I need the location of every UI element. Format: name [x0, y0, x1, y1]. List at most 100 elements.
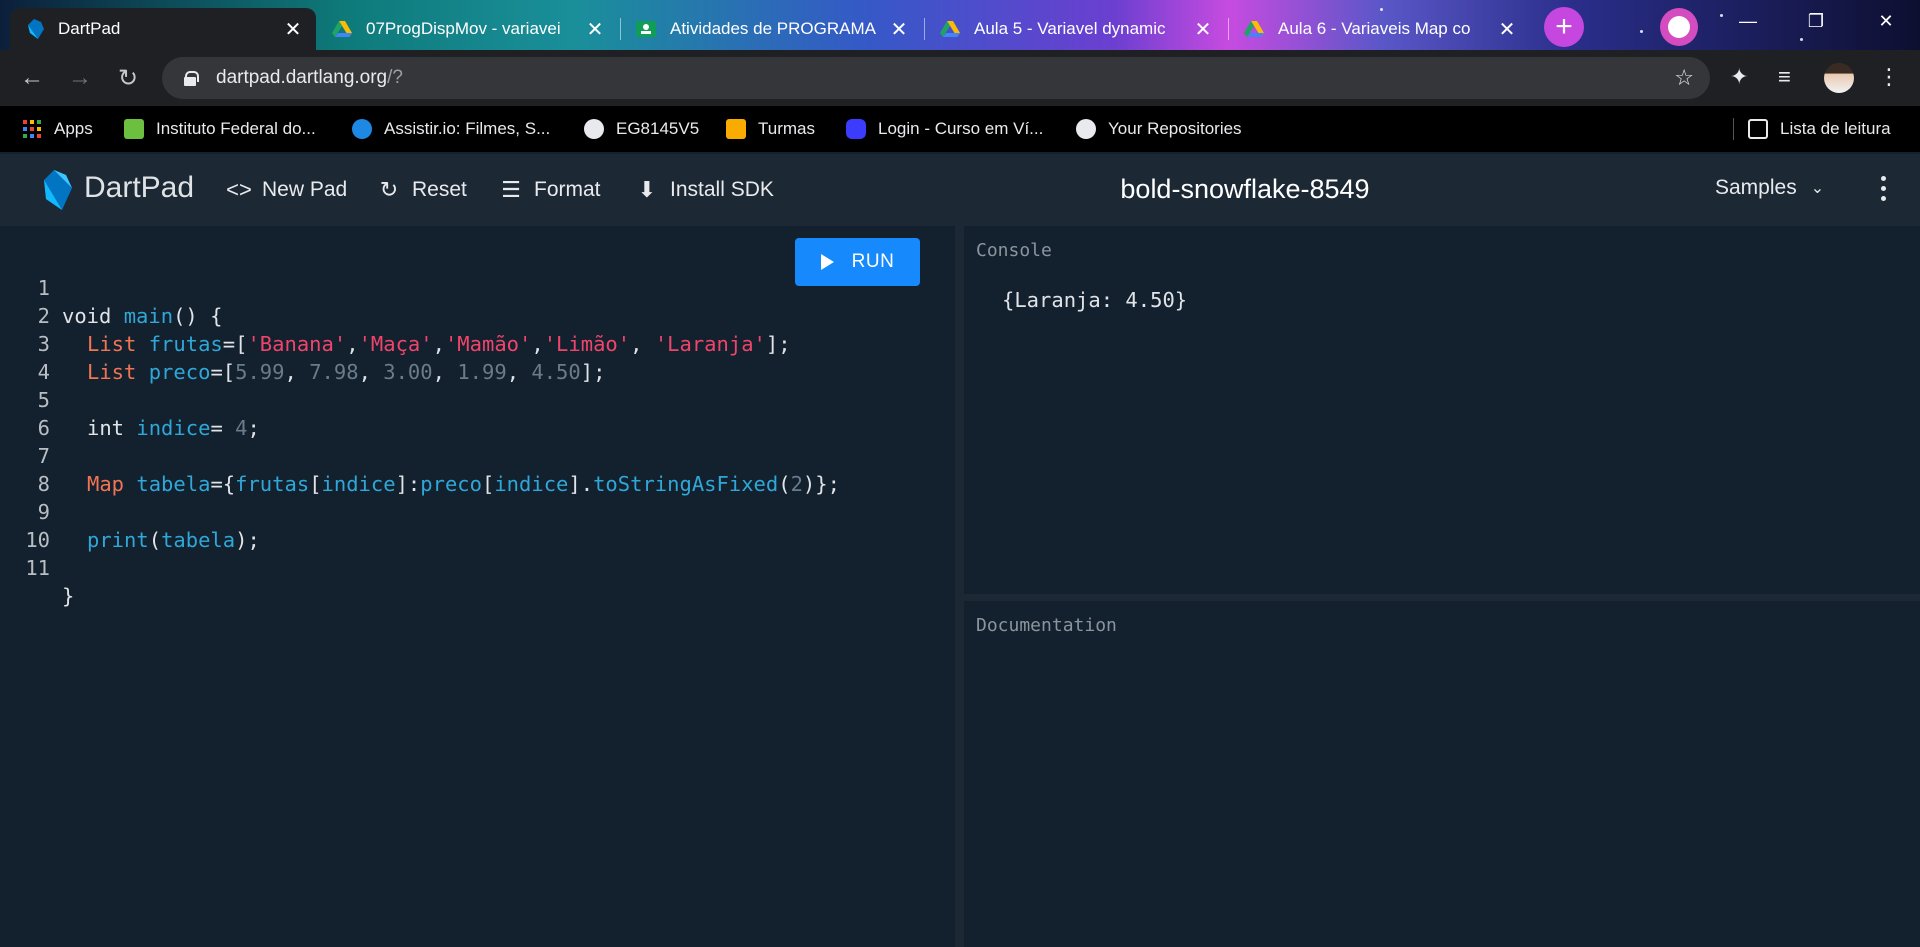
tab-close-icon[interactable]: ✕: [890, 17, 908, 42]
token: preco: [148, 360, 211, 384]
tab-dartpad[interactable]: DartPad ✕: [10, 8, 316, 50]
new-tab-button[interactable]: +: [1544, 7, 1584, 47]
token: 5.99: [235, 360, 285, 384]
reload-icon[interactable]: ↻: [112, 62, 144, 94]
back-icon[interactable]: ←: [16, 62, 48, 94]
horizontal-splitter[interactable]: [964, 594, 1920, 601]
code-line: 3 List preco=[5.99, 7.98, 3.00, 1.99, 4.…: [0, 302, 606, 384]
code-line: 7 Map tabela={frutas[indice]:preco[indic…: [0, 414, 840, 496]
google-drive-icon: [1244, 21, 1264, 37]
token: ,: [506, 360, 532, 384]
bookmark-curso-em-video[interactable]: Login - Curso em Ví...: [846, 106, 1043, 152]
address-bar[interactable]: dartpad.dartlang.org/? ☆: [162, 57, 1710, 99]
bookmark-turmas[interactable]: Turmas: [726, 106, 815, 152]
bookmark-label: Assistir.io: Filmes, S...: [384, 119, 551, 138]
pad-title[interactable]: bold-snowflake-8549: [1120, 174, 1369, 204]
line-number: 11: [25, 556, 50, 580]
google-classroom-icon: [636, 21, 656, 37]
code-text: int indice= 4;: [87, 414, 260, 442]
tab-atividades[interactable]: Atividades de PROGRAMA ✕: [622, 8, 922, 50]
bookmark-github[interactable]: Your Repositories: [1076, 106, 1242, 152]
close-window-button[interactable]: ✕: [1858, 0, 1914, 42]
new-pad-button[interactable]: <> New Pad: [226, 176, 347, 204]
token: ]:: [395, 472, 421, 496]
bookmark-apps[interactable]: Apps: [22, 106, 93, 152]
refresh-icon: ↻: [379, 177, 399, 202]
extensions-icon[interactable]: ✦: [1730, 64, 1748, 90]
ifsp-icon: [124, 119, 144, 139]
bookmark-label: Your Repositories: [1108, 119, 1242, 138]
bookmark-assistir[interactable]: Assistir.io: Filmes, S...: [352, 106, 550, 152]
new-pad-label: New Pad: [262, 178, 348, 201]
samples-dropdown[interactable]: Samples ⌄: [1715, 176, 1824, 200]
token: (: [778, 472, 791, 496]
code-icon: <>: [226, 177, 252, 202]
code-text: List frutas=['Banana','Maça','Mamão','Li…: [87, 330, 791, 358]
reading-list[interactable]: Lista de leitura: [1748, 106, 1891, 152]
tab-aula-6[interactable]: Aula 6 - Variaveis Map co ✕: [1230, 8, 1530, 50]
console-panel: Console {Laranja: 4.50}: [964, 226, 1920, 594]
tab-title: DartPad: [58, 19, 121, 38]
bookmark-label: Turmas: [758, 119, 815, 138]
media-control-icon[interactable]: ≡: [1778, 64, 1791, 90]
dartpad-header: DartPad <> New Pad ↻ Reset ☰ Format ⬇ In…: [0, 154, 1920, 226]
forward-icon[interactable]: →: [64, 62, 96, 94]
token: ,: [432, 332, 445, 356]
token: =[: [210, 360, 236, 384]
lock-icon[interactable]: [184, 71, 199, 86]
install-sdk-label: Install SDK: [670, 178, 774, 201]
bookmark-instituto-federal[interactable]: Instituto Federal do...: [124, 106, 316, 152]
documentation-panel: Documentation: [964, 601, 1920, 947]
code-editor[interactable]: 1 void main() { 2 List frutas=['Banana',…: [0, 226, 955, 947]
minimize-button[interactable]: —: [1720, 0, 1776, 42]
format-button[interactable]: ☰ Format: [498, 176, 600, 204]
tab-separator: [620, 18, 621, 40]
install-sdk-button[interactable]: ⬇ Install SDK: [634, 176, 774, 204]
code-text: }: [62, 582, 74, 610]
code-text: void main() {: [62, 302, 222, 330]
url-path: /?: [387, 67, 403, 88]
more-options-icon[interactable]: [1876, 176, 1890, 201]
reading-list-label: Lista de leitura: [1780, 119, 1891, 138]
token: frutas: [148, 332, 223, 356]
token: 'Laranja': [654, 332, 766, 356]
run-button[interactable]: RUN: [795, 238, 920, 286]
restore-button[interactable]: ❐: [1788, 0, 1844, 42]
tab-search-icon[interactable]: [1660, 8, 1698, 46]
code-text: List preco=[5.99, 7.98, 3.00, 1.99, 4.50…: [87, 358, 605, 386]
tab-title: Aula 5 - Variavel dynamic: [974, 19, 1166, 38]
code-line: 11 }: [0, 526, 74, 608]
tab-close-icon[interactable]: ✕: [1194, 17, 1212, 42]
code-line: 1 void main() {: [0, 246, 223, 328]
bookmark-eg8145v5[interactable]: EG8145V5: [584, 106, 699, 152]
github-icon: [1076, 119, 1096, 139]
token: print: [87, 528, 149, 552]
tab-07progdispmov[interactable]: 07ProgDispMov - variavei ✕: [318, 8, 618, 50]
token: [: [309, 472, 322, 496]
tab-separator: [924, 18, 925, 40]
token: ];: [765, 332, 791, 356]
tab-aula-5[interactable]: Aula 5 - Variavel dynamic ✕: [926, 8, 1226, 50]
tab-close-icon[interactable]: ✕: [284, 17, 302, 42]
url-host: dartpad.dartlang.org: [216, 67, 388, 88]
token: ,: [346, 332, 359, 356]
documentation-label: Documentation: [976, 615, 1117, 636]
google-drive-icon: [940, 21, 960, 37]
token: 'Banana': [247, 332, 347, 356]
tab-close-icon[interactable]: ✕: [586, 17, 604, 42]
token: (: [148, 528, 162, 552]
reset-button[interactable]: ↻ Reset: [376, 176, 467, 204]
bookmark-star-icon[interactable]: ☆: [1674, 65, 1694, 91]
bookmark-label: EG8145V5: [616, 119, 700, 138]
tab-close-icon[interactable]: ✕: [1498, 17, 1516, 42]
tab-title: Atividades de PROGRAMA: [670, 19, 876, 38]
url-text[interactable]: dartpad.dartlang.org/?: [216, 67, 403, 89]
youtube-icon: [846, 119, 866, 139]
token: 1.99: [457, 360, 507, 384]
bookmarks-divider: [1733, 118, 1734, 140]
avatar[interactable]: [1824, 63, 1854, 93]
chrome-menu-icon[interactable]: ⋮: [1878, 64, 1900, 90]
code-text: Map tabela={frutas[indice]:preco[indice]…: [87, 470, 840, 498]
token: indice: [321, 472, 396, 496]
vertical-splitter[interactable]: [955, 226, 964, 947]
